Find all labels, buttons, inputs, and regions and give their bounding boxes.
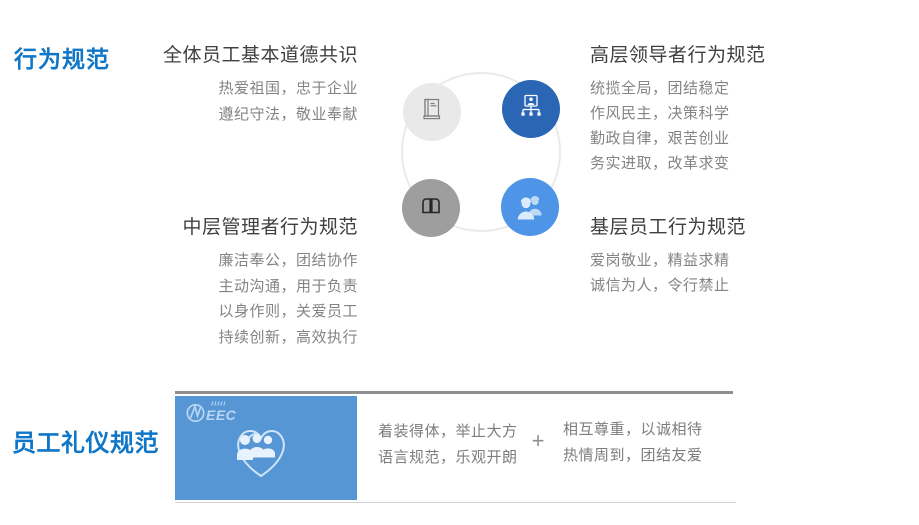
org-chart-icon	[516, 92, 546, 127]
group-heading: 高层领导者行为规范	[590, 40, 766, 67]
group-line: 作风民主，决策科学	[590, 101, 766, 126]
group-line: 以身作则，关爱员工	[160, 299, 358, 325]
heart-with-people-icon	[227, 419, 295, 481]
group-line: 遵纪守法，敬业奉献	[160, 102, 358, 128]
group-line: 廉洁奉公，团结协作	[160, 248, 358, 274]
etiquette-line: 相互尊重，以诚相待	[563, 417, 703, 443]
closed-book-icon	[417, 95, 447, 130]
group-lines: 统揽全局，团结稳定 作风民主，决策科学 勤政自律，艰苦创业 务实进取，改革求变	[590, 76, 766, 176]
etiquette-line: 着装得体，举止大方	[378, 419, 518, 445]
group-line: 热爱祖国，忠于企业	[160, 76, 358, 102]
group-senior-leaders: 高层领导者行为规范 统揽全局，团结稳定 作风民主，决策科学 勤政自律，艰苦创业 …	[590, 40, 766, 176]
group-heading: 全体员工基本道德共识	[160, 40, 358, 67]
behavior-section-title: 行为规范	[14, 40, 110, 74]
open-book-icon	[416, 191, 446, 226]
node-all-staff	[403, 83, 461, 141]
group-heading: 基层员工行为规范	[590, 212, 746, 239]
group-line: 务实进取，改革求变	[590, 151, 766, 176]
group-lines: 廉洁奉公，团结协作 主动沟通，用于负责 以身作则，关爱员工 持续创新，高效执行	[160, 248, 358, 350]
group-line: 勤政自律，艰苦创业	[590, 126, 766, 151]
group-heading: 中层管理者行为规范	[160, 212, 358, 239]
etiquette-line: 语言规范，乐观开朗	[378, 445, 518, 471]
group-base-employees: 基层员工行为规范 爱岗敬业，精益求精 诚信为人，令行禁止	[590, 212, 746, 298]
group-line: 持续创新，高效执行	[160, 325, 358, 351]
node-middle-managers	[402, 179, 460, 237]
node-base-employees	[501, 178, 559, 236]
group-line: 爱岗敬业，精益求精	[590, 248, 746, 273]
etiquette-blue-box: EEC	[175, 396, 357, 500]
group-line: 统揽全局，团结稳定	[590, 76, 766, 101]
etiquette-left-lines: 着装得体，举止大方 语言规范，乐观开朗	[378, 419, 518, 471]
group-lines: 热爱祖国，忠于企业 遵纪守法，敬业奉献	[160, 76, 358, 127]
etiquette-section-title: 员工礼仪规范	[12, 423, 159, 458]
group-all-staff: 全体员工基本道德共识 热爱祖国，忠于企业 遵纪守法，敬业奉献	[160, 40, 358, 127]
etiquette-right-lines: 相互尊重，以诚相待 热情周到，团结友爱	[563, 417, 703, 469]
group-line: 主动沟通，用于负责	[160, 274, 358, 300]
group-lines: 爱岗敬业，精益求精 诚信为人，令行禁止	[590, 248, 746, 298]
slide-canvas: 行为规范 全体员工基本道德共识 热爱祖国，忠于企业 遵纪守法，敬业奉献 高层领导…	[0, 0, 919, 525]
band-top-border	[175, 391, 733, 394]
group-middle-managers: 中层管理者行为规范 廉洁奉公，团结协作 主动沟通，用于负责 以身作则，关爱员工 …	[160, 212, 358, 350]
node-senior-leaders	[502, 80, 560, 138]
plus-separator: +	[527, 428, 549, 454]
workers-icon	[514, 189, 546, 226]
band-bottom-rule	[175, 502, 736, 503]
etiquette-line: 热情周到，团结友爱	[563, 443, 703, 469]
group-line: 诚信为人，令行禁止	[590, 273, 746, 298]
